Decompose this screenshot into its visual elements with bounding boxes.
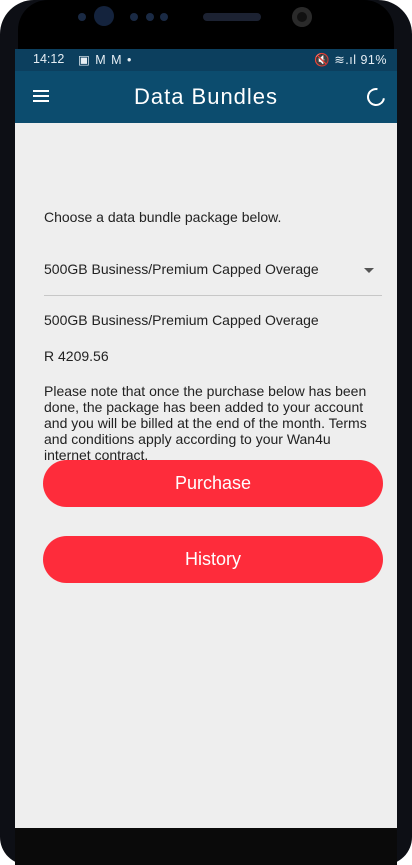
dropdown-arrow-icon bbox=[364, 268, 374, 273]
sensor-dot bbox=[130, 13, 138, 21]
bundle-select[interactable]: 500GB Business/Premium Capped Overage bbox=[44, 257, 382, 296]
page-title: Data Bundles bbox=[133, 84, 279, 109]
intro-text: Choose a data bundle package below. bbox=[44, 209, 282, 225]
front-sensor bbox=[94, 6, 114, 26]
front-camera bbox=[292, 7, 312, 27]
status-bar: 14:12 ▣ M M • 🔇 ≋.ıl 91% bbox=[15, 49, 397, 71]
status-right-icons: 🔇 ≋.ıl 91% bbox=[314, 53, 387, 67]
package-price: R 4209.56 bbox=[44, 348, 109, 364]
earpiece-speaker bbox=[203, 13, 261, 21]
package-name: 500GB Business/Premium Capped Overage bbox=[44, 312, 319, 328]
history-button[interactable]: History bbox=[43, 536, 383, 583]
purchase-note: Please note that once the purchase below… bbox=[44, 383, 367, 463]
sensor-dot bbox=[160, 13, 168, 21]
sensor-dot bbox=[146, 13, 154, 21]
purchase-button[interactable]: Purchase bbox=[43, 460, 383, 507]
bundle-select-value: 500GB Business/Premium Capped Overage bbox=[44, 261, 319, 277]
sensor-dot bbox=[78, 13, 86, 21]
phone-bottom-bezel bbox=[15, 828, 397, 865]
phone-top-bezel bbox=[18, 0, 394, 50]
phone-frame: 14:12 ▣ M M • 🔇 ≋.ıl 91% Data Bundles Ch… bbox=[0, 0, 412, 865]
notification-icons: ▣ M M • bbox=[78, 53, 133, 67]
status-time: 14:12 bbox=[33, 52, 65, 66]
app-bar: Data Bundles bbox=[15, 71, 397, 123]
screen: 14:12 ▣ M M • 🔇 ≋.ıl 91% Data Bundles Ch… bbox=[15, 49, 397, 830]
